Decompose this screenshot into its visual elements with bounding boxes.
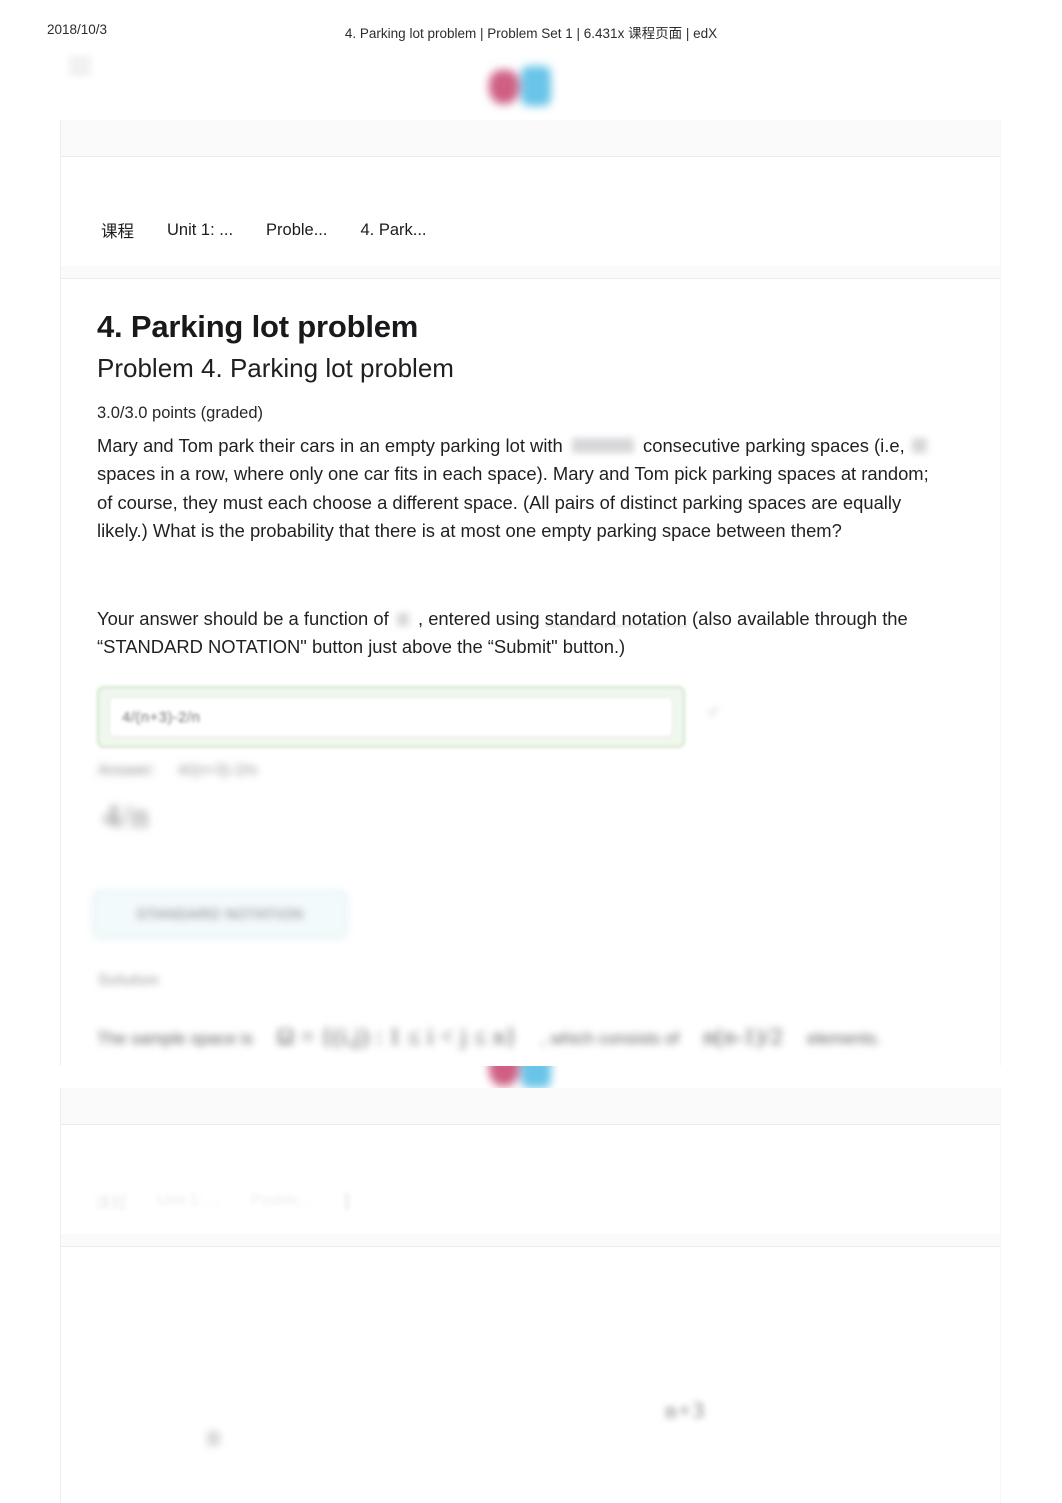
solution-heading: Solution bbox=[98, 972, 160, 989]
top-band bbox=[61, 1088, 1000, 1124]
statement-text-part1: Mary and Tom park their cars in an empty… bbox=[97, 435, 563, 456]
inline-math-n bbox=[911, 438, 927, 453]
breadcrumb: 课程 Unit 1: ... Proble... bbox=[95, 1189, 349, 1213]
statement-text-part3: spaces in a row, where only one car fits… bbox=[97, 463, 929, 541]
hamburger-menu-icon[interactable] bbox=[69, 58, 91, 76]
solution-middle: , which consists of bbox=[541, 1029, 679, 1048]
standard-notation-button[interactable]: Standard Notation bbox=[92, 890, 348, 939]
note-text-part2: , entered using bbox=[417, 608, 540, 629]
solution-prefix: The sample space is bbox=[97, 1029, 253, 1048]
answer-input[interactable]: 4/(n+3)-2/n bbox=[109, 697, 673, 737]
hamburger-bar bbox=[69, 58, 91, 60]
solution-math-count: n(n-1)/2 bbox=[702, 1024, 784, 1049]
inline-math-n-plus-3 bbox=[571, 438, 634, 453]
breadcrumb-item-course[interactable]: 课程 bbox=[101, 216, 134, 244]
course-content-container bbox=[60, 1088, 1001, 1503]
rendered-answer-math: 4/n bbox=[103, 798, 150, 835]
edx-logo[interactable] bbox=[483, 64, 579, 110]
check-circle-icon: ✔ bbox=[707, 704, 721, 721]
divider bbox=[61, 278, 1000, 279]
print-page-title: 4. Parking lot problem | Problem Set 1 |… bbox=[344, 26, 718, 41]
answer-echo-value: 4/(n+3)-2/n bbox=[178, 762, 258, 779]
note-text-part1: Your answer should be a function of bbox=[97, 608, 389, 629]
hamburger-bar bbox=[69, 65, 91, 67]
answer-format-note: Your answer should be a function of , en… bbox=[97, 605, 949, 662]
divider bbox=[61, 1246, 1000, 1247]
statement-text-part2: consecutive parking spaces (i.e, bbox=[643, 435, 905, 456]
points-status: 3.0/3.0 points (graded) bbox=[97, 404, 264, 422]
answer-echo: Answer: 4/(n+3)-2/n bbox=[98, 762, 258, 780]
divider bbox=[61, 1124, 1000, 1125]
printed-page-sheet: 2018/10/3 4. Parking lot problem | Probl… bbox=[0, 0, 1062, 1503]
answer-field-wrapper[interactable]: 4/(n+3)-2/n bbox=[97, 686, 685, 748]
logo-blue-shape bbox=[521, 66, 551, 106]
page-title: 4. Parking lot problem bbox=[97, 309, 419, 344]
breadcrumb-item-current[interactable]: 4. Park... bbox=[360, 219, 426, 242]
solution-text: The sample space is Ω = {(i,j) : 1 ≤ i <… bbox=[97, 1024, 977, 1050]
answer-echo-label: Answer: bbox=[98, 762, 157, 779]
breadcrumb-divider-band bbox=[61, 266, 1000, 278]
breadcrumb-item-unit[interactable]: Unit 1: ... bbox=[157, 1192, 221, 1210]
breadcrumb-item-course[interactable]: 课程 bbox=[95, 1189, 127, 1213]
logo-pink-shape bbox=[489, 70, 519, 104]
divider bbox=[61, 156, 1000, 157]
hamburger-bar bbox=[69, 72, 91, 74]
solution-math-sample-space: Ω = {(i,j) : 1 ≤ i < j ≤ n} bbox=[276, 1024, 517, 1049]
print-header: 2018/10/3 4. Parking lot problem | Probl… bbox=[0, 22, 1062, 44]
breadcrumb-item-unit[interactable]: Unit 1: ... bbox=[167, 219, 233, 242]
breadcrumb-item-problemset[interactable]: Proble... bbox=[266, 219, 327, 242]
kebab-menu-icon[interactable] bbox=[344, 1192, 349, 1210]
solution-suffix: elements. bbox=[807, 1029, 881, 1048]
problem-statement: Mary and Tom park their cars in an empty… bbox=[97, 432, 949, 545]
breadcrumb-item-problemset[interactable]: Proble... bbox=[251, 1192, 311, 1210]
top-band bbox=[61, 120, 1000, 156]
solution-bullet-mark bbox=[207, 1431, 220, 1446]
breadcrumb-divider-band bbox=[61, 1234, 1000, 1246]
inline-math-n bbox=[396, 613, 409, 626]
breadcrumb: 课程 Unit 1: ... Proble... 4. Park... bbox=[101, 216, 427, 244]
standard-notation-link[interactable]: standard notation bbox=[544, 608, 687, 629]
inline-math-n-plus-3: n+3 bbox=[665, 1398, 706, 1423]
problem-subtitle: Problem 4. Parking lot problem bbox=[97, 353, 454, 383]
